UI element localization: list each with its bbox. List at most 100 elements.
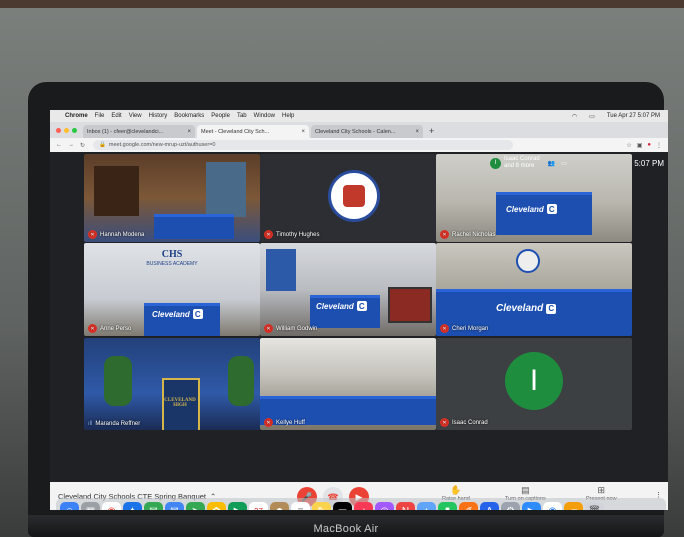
new-tab-button[interactable]: + (429, 126, 434, 136)
more-icon[interactable]: ⋮ (656, 142, 662, 149)
participant-name: ✕ Anne Perso (88, 324, 131, 333)
participant-tile[interactable]: ✕ Timothy Hughes (260, 154, 436, 242)
wall-subheader: BUSINESS ACADEMY (146, 261, 198, 267)
system-preferences-icon[interactable]: ⚙ (501, 501, 520, 510)
close-icon[interactable]: × (187, 129, 191, 135)
participant-name: ✕ Hannah Modena (88, 230, 144, 239)
menu-chrome[interactable]: Chrome (65, 113, 88, 119)
table (154, 214, 234, 239)
participants-text: Isaac Conrad and 8 more (504, 156, 540, 169)
people-icon[interactable]: 👥 (548, 160, 555, 167)
tab-calendar[interactable]: Cleveland City Schools - Calen... × (311, 125, 423, 138)
extensions-icon[interactable]: ▣ (637, 142, 643, 149)
safari-icon[interactable]: ✦ (123, 501, 142, 510)
tab-inbox[interactable]: Inbox (1) - cfeer@clevelandci... × (83, 125, 195, 138)
participant-tile[interactable]: ✕ Hannah Modena (84, 154, 260, 242)
participant-name: ✕ Cheri Morgan (440, 324, 488, 333)
banner: Cleveland C (496, 303, 557, 314)
close-window-button[interactable] (56, 128, 61, 133)
facetime-icon[interactable]: ▶ (228, 501, 247, 510)
c-logo-icon: C (356, 301, 367, 311)
meet-icon[interactable]: ◉ (543, 501, 562, 510)
menu-help[interactable]: Help (282, 113, 294, 119)
participant-name: ✕ William Godwin (264, 324, 317, 333)
tab-label: Meet - Cleveland City Sch... (201, 128, 270, 135)
lock-icon: 🔒 (99, 142, 106, 148)
zoom-icon[interactable]: ▶ (522, 501, 541, 510)
school-seal (516, 249, 540, 273)
forward-icon[interactable]: → (68, 142, 74, 149)
tv-icon[interactable]: ▭ (333, 501, 352, 510)
messages-icon[interactable]: ✉ (144, 501, 163, 510)
music-icon[interactable]: ♪ (354, 501, 373, 510)
back-icon[interactable]: ← (56, 142, 62, 149)
menu-history[interactable]: History (149, 113, 168, 119)
wall-header: CHS (161, 249, 183, 260)
participant-tile[interactable]: ✕ Kellye Huff (260, 338, 436, 430)
finder-icon[interactable]: ☺ (60, 501, 79, 510)
reminders-icon[interactable]: ≡ (291, 501, 310, 510)
tab-meet[interactable]: Meet - Cleveland City Sch... × (197, 125, 309, 138)
notes-icon[interactable]: ✎ (312, 501, 331, 510)
maximize-window-button[interactable] (72, 128, 77, 133)
menu-bookmarks[interactable]: Bookmarks (174, 113, 204, 119)
participant-tile[interactable]: CLEVELAND HIGH ıll Maranda Reffner (84, 338, 260, 430)
menu-people[interactable]: People (211, 113, 230, 119)
participant-tile[interactable]: I ✕ Isaac Conrad (436, 338, 632, 430)
menu-tab[interactable]: Tab (237, 113, 247, 119)
wifi-icon[interactable]: ◠ (572, 113, 577, 120)
maps-icon[interactable]: ➤ (186, 501, 205, 510)
podcasts-icon[interactable]: ◎ (375, 501, 394, 510)
profile-icon[interactable]: ● (647, 142, 651, 149)
participant-tile[interactable]: CHS BUSINESS ACADEMY Cleveland C ✕ Anne … (84, 243, 260, 336)
participant-name-label: Maranda Reffner (95, 421, 141, 427)
app-store-icon[interactable]: A (480, 501, 499, 510)
close-icon[interactable]: × (301, 129, 305, 135)
participant-name-label: Hannah Modena (100, 231, 145, 238)
folder-icon[interactable]: ▰ (564, 501, 583, 510)
chrome-icon[interactable]: ◉ (102, 501, 121, 510)
address-bar[interactable]: 🔒 meet.google.com/new-mrup-uzt/authuser=… (93, 140, 514, 150)
menu-window[interactable]: Window (254, 113, 275, 119)
contacts-icon[interactable]: ☻ (270, 501, 289, 510)
reload-icon[interactable]: ↻ (80, 142, 85, 149)
participant-name-label: Anne Perso (100, 325, 132, 332)
menu-file[interactable]: File (95, 113, 105, 119)
window (206, 162, 246, 217)
minimize-window-button[interactable] (64, 128, 69, 133)
menu-view[interactable]: View (129, 113, 142, 119)
participant-name-label: Kellye Huff (276, 419, 305, 426)
news-icon[interactable]: N (396, 501, 415, 510)
trash-icon[interactable]: 🗑 (585, 501, 604, 510)
numbers-icon[interactable]: ▮ (438, 501, 457, 510)
participant-name: ıll Maranda Reffner (88, 421, 140, 427)
table (144, 303, 220, 336)
battery-icon[interactable]: ▭ (589, 113, 595, 120)
display-board (388, 287, 432, 323)
plant (104, 356, 132, 406)
participant-tile[interactable]: Cleveland C ✕ Cheri Morgan (436, 243, 632, 336)
keynote-icon[interactable]: ▲ (417, 501, 436, 510)
browser-toolbar: ← → ↻ 🔒 meet.google.com/new-mrup-uzt/aut… (50, 138, 668, 152)
star-icon[interactable]: ☆ (626, 142, 631, 149)
podium-label: CLEVELAND HIGH (164, 398, 196, 408)
participant-tile[interactable]: Cleveland C ✕ William Godwin (260, 243, 436, 336)
launchpad-icon[interactable]: ▦ (81, 501, 100, 510)
participant-name-label: William Godwin (276, 325, 318, 332)
banner-label: Cleveland (152, 309, 190, 319)
c-logo-icon: C (546, 204, 557, 214)
menubar-datetime[interactable]: Tue Apr 27 5:07 PM (607, 113, 660, 120)
menu-edit[interactable]: Edit (111, 113, 121, 119)
banner: Cleveland C (152, 309, 203, 319)
participant-avatar: I (490, 157, 501, 169)
browser-tab-bar: Inbox (1) - cfeer@clevelandci... × Meet … (50, 122, 668, 138)
photos-icon[interactable]: ✿ (207, 501, 226, 510)
participant-name: ✕ Rachel Nicholas (440, 230, 495, 239)
meet-call-area: ✕ Hannah Modena ✕ Timothy Hughes Clevela… (50, 152, 668, 510)
close-icon[interactable]: × (415, 129, 419, 135)
calendar-icon[interactable]: 27 (249, 501, 268, 510)
laptop-brand: MacBook Air (313, 523, 379, 535)
chat-icon[interactable]: ▭ (561, 160, 567, 167)
mail-icon[interactable]: ✉ (165, 501, 184, 510)
pages-icon[interactable]: ✐ (459, 501, 478, 510)
